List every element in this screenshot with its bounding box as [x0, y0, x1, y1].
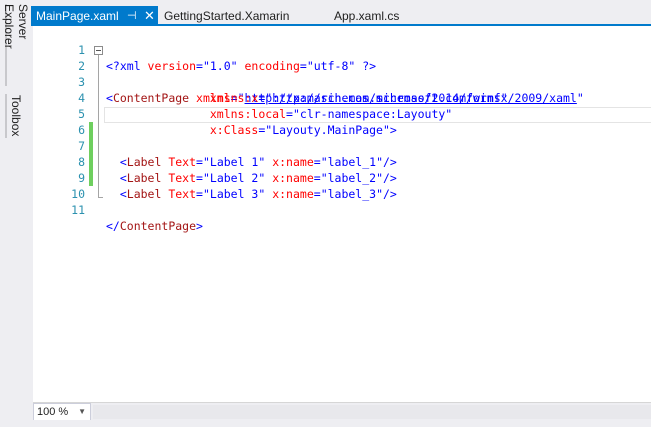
document-tab-well: MainPage.xaml ⊣ ✕ GettingStarted.Xamarin…: [31, 0, 651, 26]
tag-name: ContentPage: [119, 219, 197, 233]
code-line: 6: [33, 106, 651, 137]
zoom-value: 100 %: [37, 406, 69, 418]
tag-bracket: >: [196, 219, 203, 233]
code-line: 8 <Label Text="Label 2" x:name="label_2"…: [33, 138, 651, 185]
code-line: 11 </ContentPage>: [33, 186, 651, 233]
editor-bottom-bar: 100 % ▼: [33, 402, 651, 421]
close-icon[interactable]: ✕: [144, 6, 155, 26]
code-line: 10: [33, 170, 651, 201]
tab-mainpage-xaml[interactable]: MainPage.xaml ⊣ ✕: [31, 6, 158, 26]
pin-icon[interactable]: ⊣: [127, 6, 137, 26]
collapse-icon[interactable]: [94, 46, 103, 55]
code-line: 7 <Label Text="Label 1" x:name="label_1"…: [33, 122, 651, 169]
code-line: 9 <Label Text="Label 3" x:name="label_3"…: [33, 154, 651, 201]
code-editor[interactable]: 1 <?xml version="1.0" encoding="utf-8" ?…: [33, 26, 651, 402]
horizontal-scrollbar[interactable]: [93, 405, 651, 419]
line-number: 11: [71, 203, 85, 217]
code-line: 5 x:Class="Layouty.MainPage">: [33, 90, 651, 137]
tab-label: MainPage.xaml: [36, 9, 119, 23]
code-line: 2 <ContentPage xmlns="http://xamarin.com…: [33, 42, 651, 105]
tab-gettingstarted-xamarin[interactable]: GettingStarted.Xamarin: [164, 6, 289, 26]
chevron-down-icon[interactable]: ▼: [78, 404, 86, 420]
code-line: 4 xmlns:local="clr-namespace:Layouty": [33, 74, 651, 121]
window-footer: [0, 420, 651, 427]
server-explorer-tab[interactable]: Server Explorer: [2, 4, 30, 86]
line-content: </ContentPage>: [106, 218, 203, 234]
side-tool-strip: Server Explorer Toolbox: [0, 0, 31, 427]
code-line: 3 xmlns:x="http://schemas.microsoft.com/…: [33, 58, 651, 105]
zoom-dropdown[interactable]: 100 % ▼: [33, 403, 91, 421]
side-tab-rule: [5, 94, 7, 138]
toolbox-tab[interactable]: Toolbox: [8, 94, 24, 138]
tag-bracket: </: [106, 219, 120, 233]
tab-app-xaml-cs[interactable]: App.xaml.cs: [334, 6, 399, 26]
code-line: 1 <?xml version="1.0" encoding="utf-8" ?…: [33, 26, 651, 73]
